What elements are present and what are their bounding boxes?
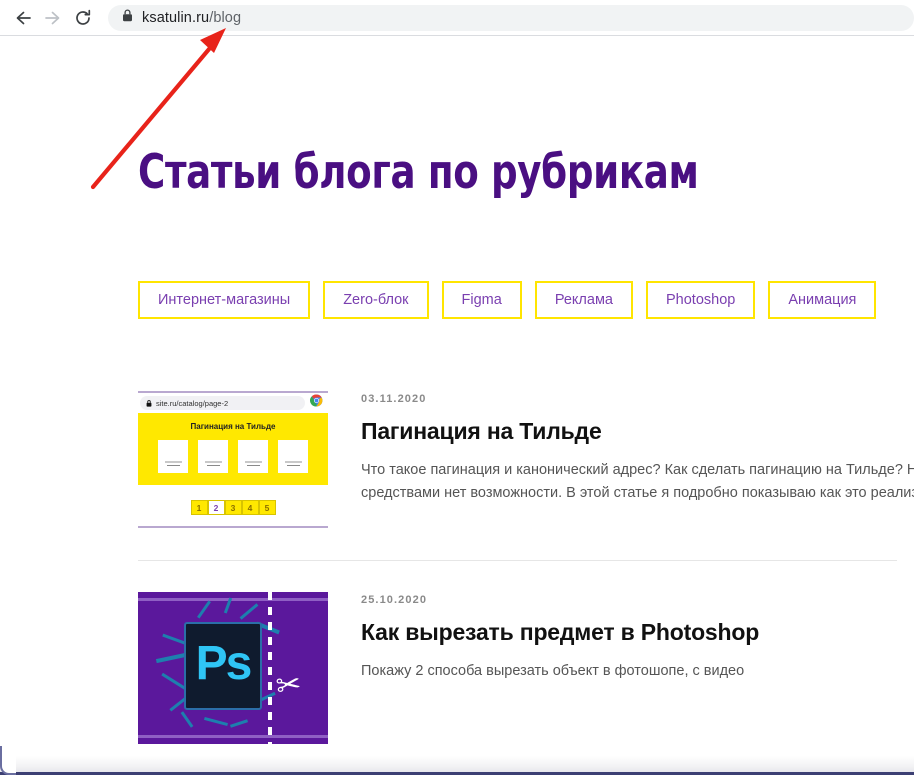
- address-bar[interactable]: ksatulin.ru/blog: [108, 4, 914, 31]
- window-corner: [0, 746, 16, 775]
- chrome-logo-icon: [310, 394, 323, 412]
- url-domain: ksatulin.ru: [142, 9, 210, 26]
- article-thumbnail[interactable]: site.ru/catalog/page-2 Пагинация на Тиль…: [138, 391, 328, 528]
- arrow-right-icon: [43, 8, 63, 28]
- url-text: ksatulin.ru/blog: [142, 10, 241, 26]
- category-chip-figma[interactable]: Figma: [441, 281, 522, 319]
- article-body: 03.11.2020 Пагинация на Тильде Что такое…: [361, 391, 914, 528]
- photoshop-logo-box: Ps: [184, 622, 262, 710]
- browser-toolbar: ksatulin.ru/blog: [0, 0, 914, 35]
- article-thumbnail[interactable]: Ps ✂: [138, 592, 328, 744]
- mock-url-text: site.ru/catalog/page-2: [156, 398, 229, 408]
- mock-card-grid: [158, 440, 308, 473]
- reload-button[interactable]: [68, 3, 98, 33]
- decor-shard: [155, 652, 187, 664]
- reload-icon: [73, 8, 93, 28]
- mock-browser-bar: site.ru/catalog/page-2: [138, 391, 328, 413]
- placeholder-line: [204, 461, 222, 463]
- article-date: 03.11.2020: [361, 393, 427, 405]
- page-content: Статьи блога по рубрикам Интернет-магази…: [0, 36, 914, 756]
- placeholder-line: [166, 464, 180, 466]
- mock-page-5: 5: [258, 500, 276, 515]
- decor-stripe: [138, 735, 328, 738]
- category-chip-reklama[interactable]: Реклама: [534, 281, 633, 319]
- photoshop-art: Ps ✂: [138, 592, 328, 744]
- mock-page-3: 3: [224, 500, 242, 515]
- article-excerpt-line-2: средствами нет возможности. В этой стать…: [361, 485, 914, 502]
- category-chip-zero-block[interactable]: Zero-блок: [323, 281, 429, 319]
- placeholder-line: [246, 464, 260, 466]
- article-date: 25.10.2020: [361, 594, 428, 606]
- decor-shard: [180, 711, 194, 728]
- category-chip-animation[interactable]: Анимация: [768, 281, 877, 319]
- article-body: 25.10.2020 Как вырезать предмет в Photos…: [361, 592, 914, 744]
- category-chip-list: Интернет-магазины Zero-блок Figma Реклам…: [138, 281, 877, 319]
- browser-window: ksatulin.ru/blog Статьи блога по рубрика…: [0, 0, 914, 775]
- mock-product-card: [278, 440, 308, 473]
- scissors-icon: ✂: [273, 667, 304, 704]
- article-excerpt-line-1: Покажу 2 способа вырезать объект в фотош…: [361, 663, 745, 679]
- mock-page-4: 4: [241, 500, 259, 515]
- decor-shard: [161, 672, 187, 691]
- article-item[interactable]: Ps ✂ 25.10.2020 Как вырезать предмет в P…: [138, 560, 914, 744]
- mock-product-card: [238, 440, 268, 473]
- lock-icon: [146, 394, 152, 412]
- article-title[interactable]: Как вырезать предмет в Photoshop: [361, 619, 914, 646]
- mock-bottom-rule: [138, 526, 328, 528]
- arrow-left-icon: [13, 8, 33, 28]
- lock-icon: [122, 8, 133, 27]
- decor-shard: [204, 716, 228, 727]
- mock-product-card: [198, 440, 228, 473]
- back-button[interactable]: [8, 3, 38, 33]
- category-chip-photoshop[interactable]: Photoshop: [645, 281, 756, 319]
- article-excerpt-line-1: Что такое пагинация и канонический адрес…: [361, 462, 914, 478]
- decor-shard: [197, 600, 211, 619]
- mock-page-2-active: 2: [207, 500, 225, 515]
- decor-shard: [229, 719, 249, 728]
- mock-hero: Пагинация на Тильде: [138, 413, 328, 485]
- decor-stripe: [138, 598, 328, 601]
- placeholder-line: [286, 464, 300, 466]
- article-divider: [138, 560, 897, 561]
- placeholder-line: [244, 461, 262, 463]
- tilda-pagination-mock: site.ru/catalog/page-2 Пагинация на Тиль…: [138, 391, 328, 528]
- forward-button: [38, 3, 68, 33]
- mock-pagination: 1 2 3 4 5: [138, 500, 328, 526]
- mock-product-card: [158, 440, 188, 473]
- article-title[interactable]: Пагинация на Тильде: [361, 418, 914, 445]
- article-list: site.ru/catalog/page-2 Пагинация на Тиль…: [138, 391, 914, 744]
- category-chip-internet-shops[interactable]: Интернет-магазины: [138, 281, 311, 319]
- cut-line: [268, 592, 272, 744]
- mock-heading: Пагинация на Тильде: [190, 422, 276, 431]
- decor-shard: [239, 603, 259, 620]
- url-path: /blog: [209, 9, 242, 26]
- mock-page-1: 1: [190, 500, 208, 515]
- page-title: Статьи блога по рубрикам: [138, 145, 699, 200]
- placeholder-line: [164, 461, 182, 463]
- article-item[interactable]: site.ru/catalog/page-2 Пагинация на Тиль…: [138, 391, 914, 528]
- placeholder-line: [284, 461, 302, 463]
- mock-address-bar: site.ru/catalog/page-2: [140, 396, 305, 410]
- photoshop-logo-letters: Ps: [195, 637, 253, 690]
- placeholder-line: [206, 464, 220, 466]
